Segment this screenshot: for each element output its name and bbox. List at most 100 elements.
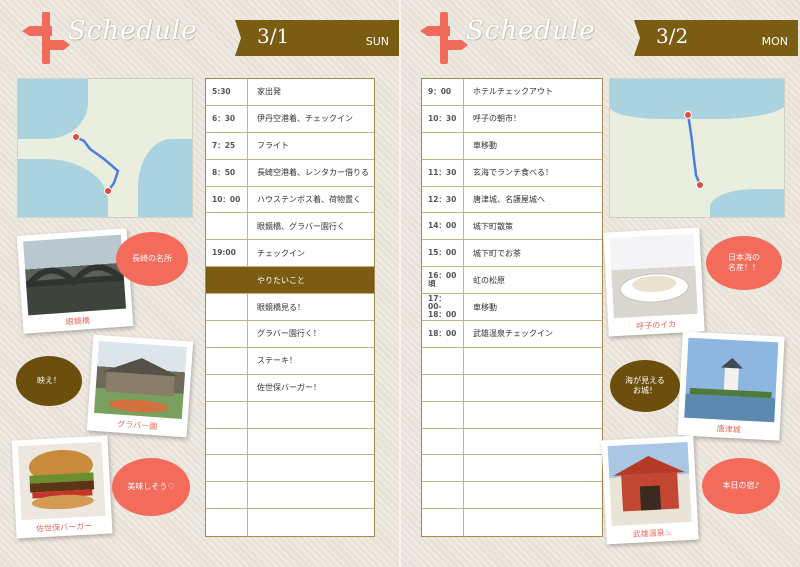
schedule-time: 17： 00- 18：00 <box>422 294 464 321</box>
schedule-event: 佐世保バーガー！ <box>257 383 321 393</box>
schedule-row <box>422 482 602 510</box>
page-divider <box>399 0 401 567</box>
schedule-time: 8：50 <box>206 159 248 186</box>
schedule-event: グラバー園行く！ <box>257 329 321 339</box>
schedule-time <box>206 401 248 428</box>
schedule-row: 16：00 頃虹の松原 <box>422 267 602 295</box>
speech-bubble: 長崎の名所 <box>116 232 188 286</box>
schedule-row <box>206 509 374 537</box>
schedule-row <box>206 482 374 510</box>
map-pin-icon <box>72 133 80 141</box>
schedule-event: 呼子の朝市！ <box>473 114 521 124</box>
castle-image <box>689 358 772 399</box>
schedule-event: 車移動 <box>473 141 497 151</box>
schedule-time <box>206 213 248 240</box>
schedule-event: チェックイン <box>257 248 305 258</box>
schedule-event <box>248 482 374 508</box>
speech-bubble: 海が見える お城！ <box>610 360 680 412</box>
left-route-map[interactable] <box>17 78 193 218</box>
schedule-row: 10：30 呼子の朝市！ <box>422 105 602 133</box>
schedule-time: 9：00 <box>422 79 464 105</box>
photo-card-ika: 呼子のイカ <box>603 227 705 337</box>
schedule-time <box>422 132 464 159</box>
schedule-event: やりたいこと <box>257 275 305 285</box>
schedule-row: 8：50 長崎空港着、レンタカー借りる <box>206 159 374 187</box>
schedule-row: 18：00 武雄温泉チェックイン <box>422 321 602 348</box>
schedule-event <box>464 402 602 428</box>
right-route-map[interactable] <box>609 78 785 218</box>
schedule-time: 6：30 <box>206 105 248 132</box>
schedule-row <box>422 428 602 456</box>
signpost-icon <box>16 8 76 68</box>
schedule-event: 玄海でランチ食べる！ <box>473 168 553 178</box>
schedule-row <box>206 455 374 483</box>
schedule-row: 眼鏡橋見る！ <box>206 294 374 322</box>
onsen-gate-image <box>613 456 686 512</box>
schedule-event <box>248 455 374 481</box>
schedule-row <box>206 428 374 456</box>
schedule-event: 唐津城、名護屋城へ <box>473 195 545 204</box>
schedule-time: 5:30 <box>206 79 248 105</box>
schedule-time: 19:00 <box>206 240 248 267</box>
left-date: 3/1 <box>257 24 290 48</box>
photo-card-burger: 佐世保バーガー <box>11 435 113 539</box>
schedule-row <box>206 401 374 429</box>
left-date-banner: 3/1 SUN <box>243 20 399 56</box>
schedule-time <box>206 347 248 374</box>
left-schedule-table: 5:30 家出発 6：30 伊丹空港着、チェックイン 7：25 フライト 8：50 長崎空港着… <box>205 78 375 538</box>
schedule-time: 10：30 <box>422 105 464 132</box>
schedule-event <box>464 455 602 481</box>
schedule-event <box>248 429 374 455</box>
schedule-row: 6：30 伊丹空港着、チェックイン <box>206 105 374 133</box>
schedule-time <box>206 509 248 537</box>
photo-card-megane: 眼鏡橋 <box>16 228 134 334</box>
schedule-row: 眼鏡橋、グラバー園行く <box>206 213 374 241</box>
schedule-event <box>464 429 602 455</box>
route-line <box>75 135 120 192</box>
right-date-banner: 3/2 MON <box>642 20 798 56</box>
route-line <box>686 114 702 186</box>
schedule-time: 10：00 <box>206 186 248 213</box>
schedule-time: 18：00 <box>422 321 464 347</box>
schedule-time <box>206 428 248 455</box>
schedule-event: 家出発 <box>257 87 281 97</box>
map-pin-icon <box>684 111 692 119</box>
schedule-row <box>422 509 602 537</box>
schedule-row: 10：00 ハウステンボス着、荷物置く <box>206 186 374 214</box>
schedule-event: 城下町散策 <box>473 221 513 231</box>
schedule-event: 虹の松原 <box>473 275 505 285</box>
schedule-event: 城下町でお茶 <box>473 248 521 258</box>
burger-image <box>28 449 95 510</box>
schedule-event <box>464 482 602 508</box>
schedule-time: 11：30 <box>422 159 464 186</box>
schedule-row: 9：00 ホテルチェックアウト <box>422 79 602 106</box>
schedule-row: 17： 00- 18：00 車移動 <box>422 294 602 322</box>
left-weekday: SUN <box>365 35 389 48</box>
speech-bubble: 日本海の 名産！！ <box>706 236 782 290</box>
schedule-time: 16：00 頃 <box>422 267 464 294</box>
schedule-row: 19:00 チェックイン <box>206 240 374 268</box>
schedule-time: 15：00 <box>422 240 464 267</box>
schedule-event: ステーキ！ <box>257 356 297 366</box>
schedule-row <box>422 347 602 375</box>
schedule-event <box>464 348 602 374</box>
schedule-time <box>206 321 248 347</box>
schedule-event: 伊丹空港着、チェックイン <box>257 114 353 124</box>
schedule-time <box>422 347 464 374</box>
schedule-row <box>422 455 602 483</box>
right-schedule-table: 9：00 ホテルチェックアウト 10：30 呼子の朝市！ 車移動 11：30 玄海でランチ食… <box>421 78 603 538</box>
schedule-row: ステーキ！ <box>206 347 374 375</box>
map-pin-icon <box>104 187 112 195</box>
schedule-time <box>206 267 248 294</box>
schedule-time: 7：25 <box>206 132 248 159</box>
schedule-event <box>464 375 602 401</box>
speech-bubble: 美味しそう♡ <box>112 458 190 516</box>
schedule-time <box>206 294 248 321</box>
right-schedule-title: Schedule <box>466 16 596 46</box>
schedule-event <box>248 402 374 428</box>
schedule-time <box>422 401 464 428</box>
garden-house-image <box>102 358 179 413</box>
schedule-event: 眼鏡橋見る！ <box>257 302 305 312</box>
schedule-time <box>422 374 464 401</box>
schedule-row: 7：25 フライト <box>206 132 374 160</box>
